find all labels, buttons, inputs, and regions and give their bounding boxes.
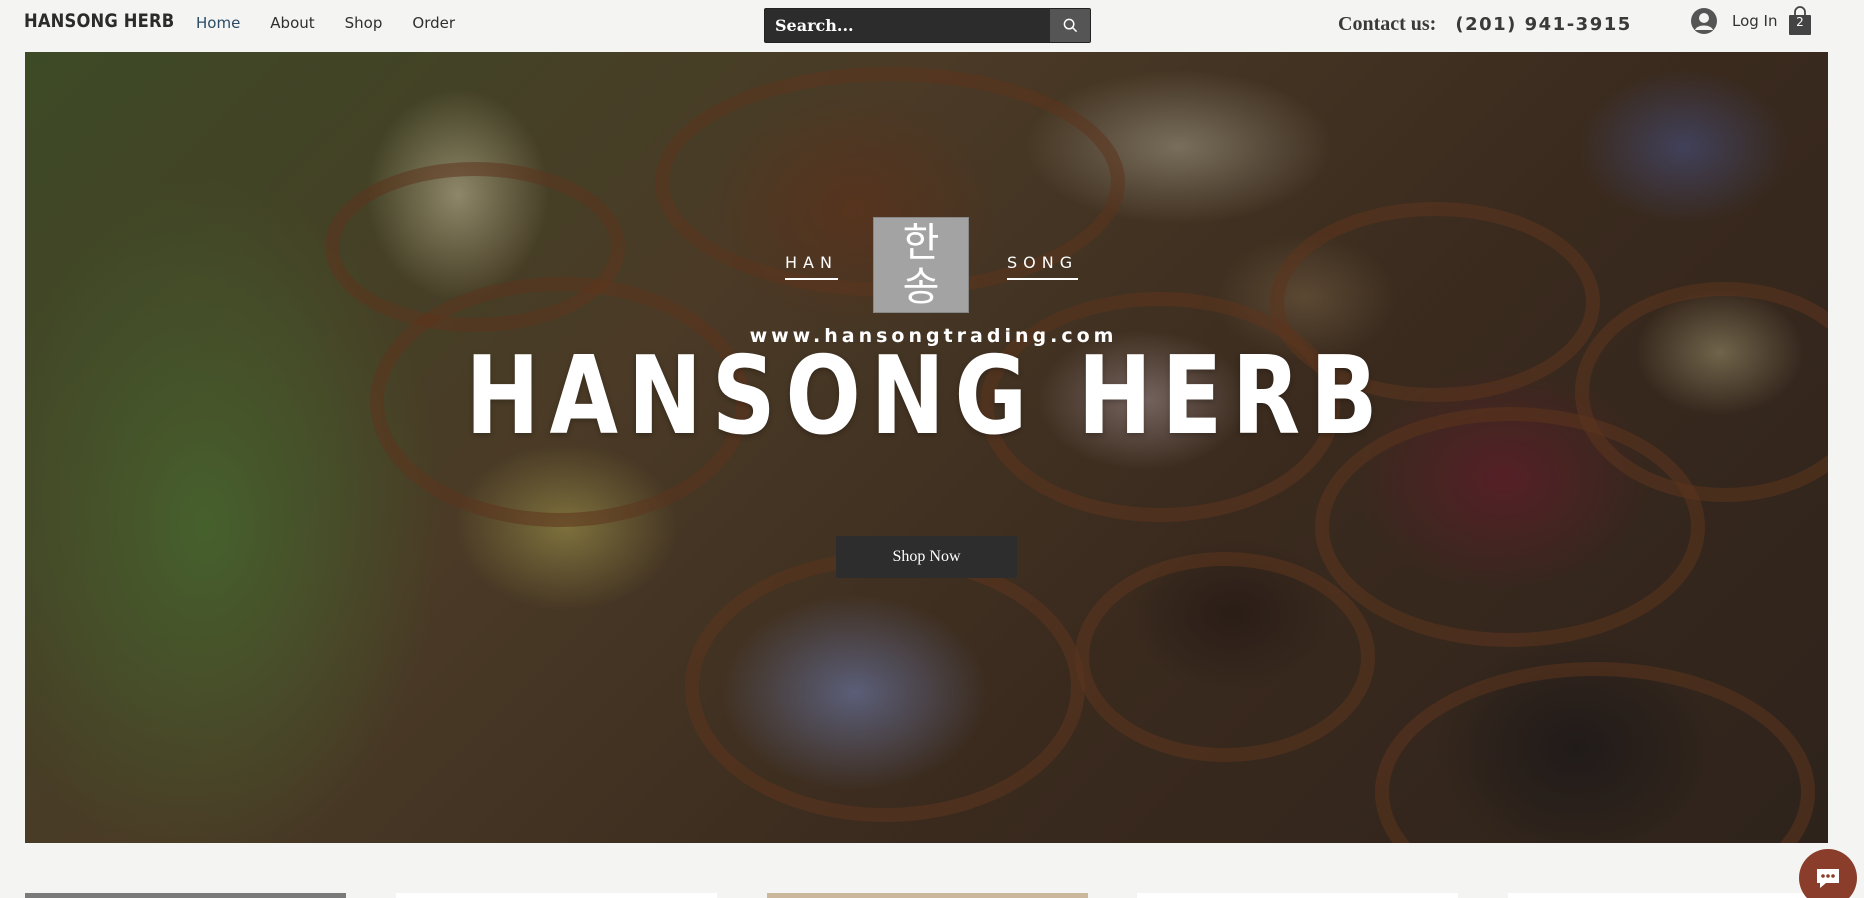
logo-korean-top: 한 [902,220,940,266]
nav-item-order[interactable]: Order [412,14,455,32]
user-avatar-icon [1691,8,1717,34]
site-brand[interactable]: HANSONG HERB [24,10,174,32]
cart-button[interactable]: 2 [1788,6,1812,36]
site-header: HANSONG HERB Home About Shop Order Conta… [0,0,1864,52]
cart-count: 2 [1796,15,1804,29]
hansong-logo: HAN 한 송 SONG [25,217,1828,317]
product-card[interactable] [1508,893,1829,898]
search-button[interactable] [1050,9,1090,42]
logo-text-song: SONG [1007,253,1079,280]
nav-item-about[interactable]: About [270,14,314,32]
logo-text-han: HAN [785,253,838,280]
main-nav: Home About Shop Order [196,14,455,32]
login-label: Log In [1732,12,1778,30]
search-bar [764,8,1091,43]
contact-phone[interactable]: (201) 941-3915 [1455,14,1631,35]
search-input[interactable] [765,9,1050,42]
search-icon [1063,18,1077,33]
herb-bowl [1375,662,1815,843]
herb-bowl [1075,552,1375,762]
product-card[interactable] [1137,893,1458,898]
chat-icon [1817,869,1839,888]
contact-label: Contact us: [1338,13,1437,35]
hero-banner: HAN 한 송 SONG www.hansongtrading.com HANS… [25,52,1828,843]
login-button[interactable]: Log In [1690,7,1778,35]
contact-info: Contact us: (201) 941-3915 [1338,13,1632,36]
nav-item-shop[interactable]: Shop [345,14,383,32]
shop-now-button[interactable]: Shop Now [836,536,1017,578]
logo-korean-bottom: 송 [902,264,940,310]
product-card[interactable] [396,893,717,898]
nav-item-home[interactable]: Home [196,14,240,32]
herb-bowl [685,552,1085,822]
chat-button[interactable] [1799,849,1857,898]
hero-title: HANSONG HERB [465,334,1388,459]
product-card[interactable] [767,893,1088,898]
logo-korean-box: 한 송 [873,217,969,313]
product-card[interactable] [25,893,346,898]
